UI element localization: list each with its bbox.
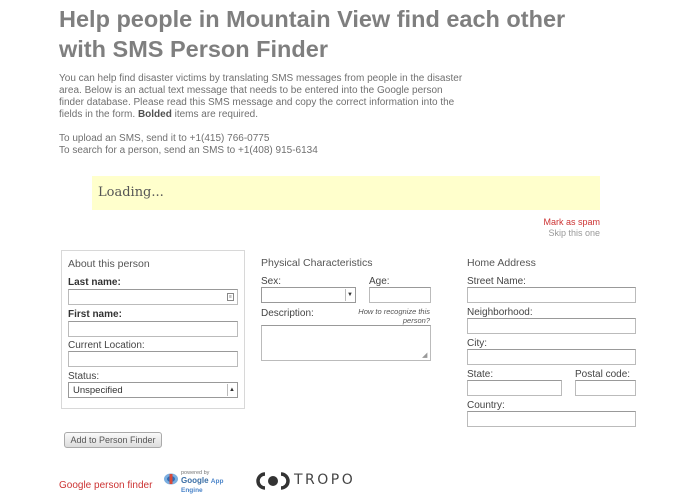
postal-code-input[interactable]	[575, 380, 636, 396]
neighborhood-input[interactable]	[467, 318, 636, 334]
contact-card-icon: ≡	[227, 293, 234, 301]
current-location-label: Current Location:	[68, 340, 145, 351]
status-label: Status:	[68, 371, 100, 382]
city-input[interactable]	[467, 349, 636, 365]
mark-spam-link[interactable]: Mark as spam	[543, 217, 600, 227]
chevron-down-icon: ▲	[227, 384, 236, 396]
first-name-input[interactable]	[68, 321, 238, 337]
description-label: Description:	[261, 308, 314, 319]
physical-characteristics-title: Physical Characteristics	[261, 257, 373, 269]
app-engine-brand: Google App Engine	[181, 476, 241, 494]
tropo-wordmark: TROPO	[294, 472, 356, 488]
first-name-label: First name:	[68, 309, 122, 320]
current-location-input[interactable]	[68, 351, 238, 367]
page-title: Help people in Mountain View find each o…	[59, 4, 679, 64]
postal-code-label: Postal code:	[575, 369, 631, 380]
google-person-finder-link[interactable]: Google person finder	[59, 480, 152, 491]
sex-label: Sex:	[261, 276, 282, 287]
powered-by-app-engine-badge[interactable]: powered by Google App Engine	[163, 470, 241, 494]
state-label: State:	[467, 369, 494, 380]
add-to-person-finder-button[interactable]: Add to Person Finder	[64, 432, 162, 448]
sms-message-text: Loading...	[98, 185, 164, 200]
contact-info: To upload an SMS, send it to +1(415) 766…	[59, 133, 459, 157]
country-label: Country:	[467, 400, 505, 411]
resize-grip-icon[interactable]: ◢	[422, 352, 429, 359]
city-label: City:	[467, 338, 487, 349]
age-label: Age:	[369, 276, 390, 287]
tropo-logo[interactable]: TROPO	[256, 472, 366, 490]
street-name-input[interactable]	[467, 287, 636, 303]
description-hint: How to recognize this person?	[358, 307, 430, 325]
tropo-mark-icon	[256, 472, 290, 490]
intro-paragraph: You can help find disaster victims by tr…	[59, 73, 469, 121]
age-input[interactable]	[369, 287, 431, 303]
home-address-title: Home Address	[467, 257, 536, 269]
sms-message-box: Loading...	[92, 176, 600, 210]
search-line: To search for a person, send an SMS to +…	[59, 145, 318, 156]
street-name-label: Street Name:	[467, 276, 526, 287]
page-title-line-2: with SMS Person Finder	[59, 36, 328, 62]
page-title-line-1: Help people in Mountain View find each o…	[59, 6, 566, 32]
neighborhood-label: Neighborhood:	[467, 307, 533, 318]
status-select[interactable]: Unspecified ▲	[68, 382, 238, 398]
description-textarea[interactable]: ◢	[261, 325, 431, 361]
last-name-label: Last name:	[68, 277, 121, 288]
upload-line: To upload an SMS, send it to +1(415) 766…	[59, 133, 270, 144]
sex-select[interactable]: ▼	[261, 287, 356, 303]
status-select-value: Unspecified	[73, 385, 123, 396]
state-input[interactable]	[467, 380, 562, 396]
about-person-title: About this person	[68, 258, 150, 270]
chevron-down-icon: ▼	[345, 289, 354, 301]
intro-text: You can help find disaster victims by tr…	[59, 73, 463, 120]
country-input[interactable]	[467, 411, 636, 427]
app-engine-google: Google	[181, 476, 209, 485]
app-engine-logo-icon	[164, 473, 178, 485]
intro-tail: items are required.	[171, 109, 258, 120]
skip-link[interactable]: Skip this one	[548, 228, 600, 238]
last-name-input[interactable]: ≡	[68, 289, 238, 305]
intro-bold: Bolded	[137, 109, 172, 120]
